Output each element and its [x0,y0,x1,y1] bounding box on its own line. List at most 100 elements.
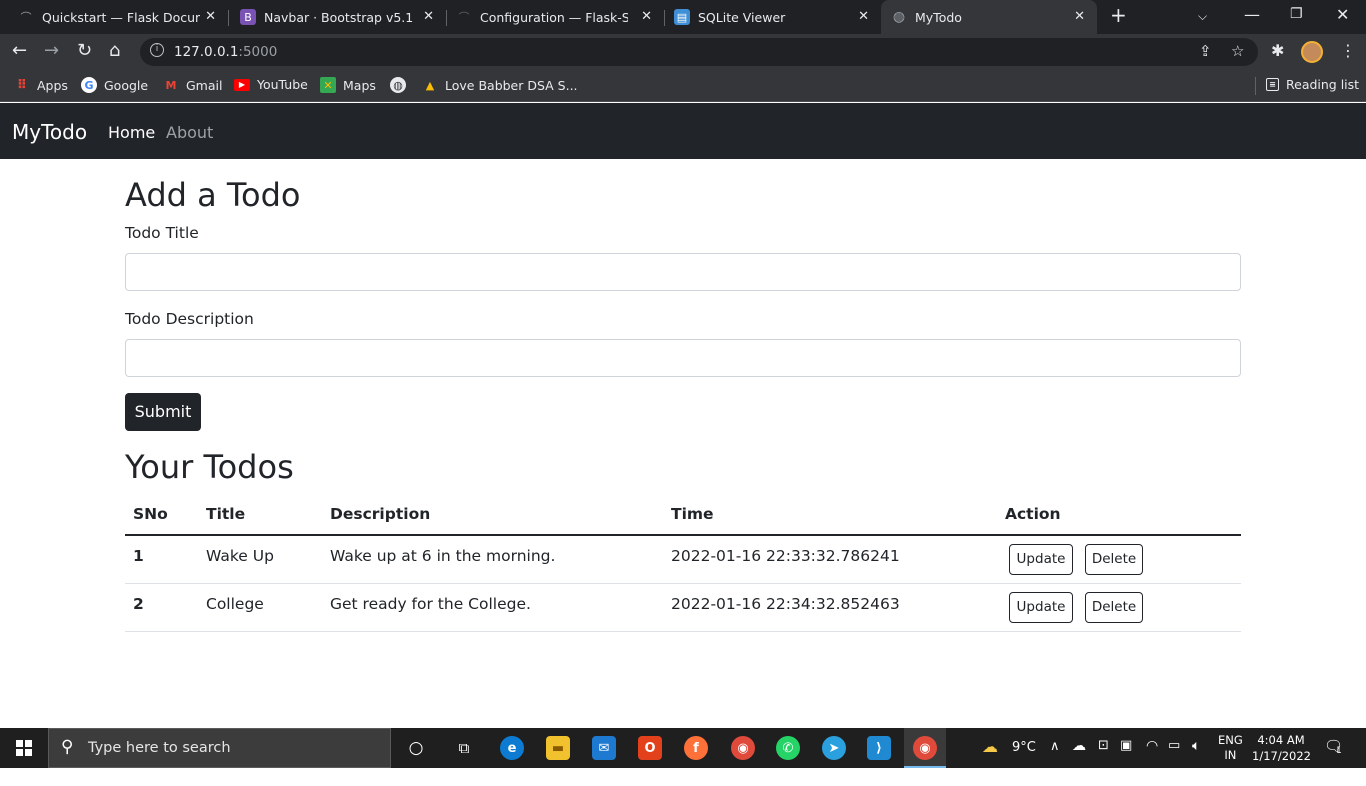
tab-mytodo[interactable]: ◍ MyTodo ✕ [881,0,1097,34]
delete-button[interactable]: Delete [1085,592,1143,623]
weather-icon[interactable]: ☁ [982,737,998,777]
column-header-title: Title [206,505,246,523]
reading-list[interactable]: ≡ Reading list [1266,77,1359,92]
todo-description-input[interactable] [125,339,1241,377]
reload-icon[interactable]: ↻ [77,40,92,61]
window-close-button[interactable]: ✕ [1336,5,1349,24]
vscode-icon[interactable]: ⟩ [867,736,891,760]
task-view-icon[interactable]: ⧉ [452,736,476,760]
language-indicator[interactable]: ENG IN [1218,733,1243,773]
google-icon: G [81,77,97,93]
todo-title-input[interactable] [125,253,1241,291]
close-icon[interactable]: ✕ [205,9,216,24]
bootstrap-icon: B [240,9,256,25]
bookmark-label: YouTube [257,77,308,92]
new-tab-button[interactable]: + [1110,3,1127,27]
active-chrome-taskbar-button[interactable]: ◉ [904,728,946,768]
office-icon[interactable]: O [638,736,662,760]
tab-flask-quickstart[interactable]: ⌒ Quickstart — Flask Documen ✕ [0,0,228,34]
minimize-button[interactable]: — [1244,5,1260,24]
nav-home-link[interactable]: Home [108,123,155,142]
tab-bootstrap-navbar[interactable]: B Navbar · Bootstrap v5.1 ✕ [228,0,446,34]
home-icon[interactable]: ⌂ [109,40,120,61]
bookmark-globe[interactable]: ◍ [390,77,413,93]
clock[interactable]: 4:04 AM 1/17/2022 [1252,732,1311,772]
row-description: Wake up at 6 in the morning. [330,547,556,565]
tab-title: Quickstart — Flask Documen [42,9,200,25]
tab-flask-sqlalchemy[interactable]: ⌒ Configuration — Flask-SQLAl ✕ [446,0,664,34]
close-icon[interactable]: ✕ [858,9,869,24]
extensions-puzzle-icon[interactable]: ✱ [1271,41,1284,60]
sqlite-icon: ▤ [674,9,690,25]
delete-button[interactable]: Delete [1085,544,1143,575]
bookmark-google[interactable]: G Google [81,77,148,93]
menu-kebab-icon[interactable]: ⋮ [1340,41,1356,60]
column-header-action: Action [1005,505,1061,523]
windows-start-icon[interactable] [16,740,32,756]
wifi-icon[interactable]: ◠ [1146,738,1158,778]
bookmark-maps[interactable]: ✕ Maps [320,77,376,93]
site-info-icon[interactable]: i [150,43,164,57]
forward-arrow-icon[interactable]: → [44,40,59,61]
firefox-icon[interactable]: f [684,736,708,760]
tab-search-chevron-icon[interactable]: ⌵ [1198,9,1207,24]
close-icon[interactable]: ✕ [423,9,434,24]
close-icon[interactable]: ✕ [1074,9,1085,24]
bookmark-youtube[interactable]: ▶ YouTube [234,77,308,92]
bookmark-star-icon[interactable]: ☆ [1231,42,1244,60]
reading-list-icon: ≡ [1266,78,1279,91]
windows-taskbar: ⚲ Type here to search ○ ⧉ e ▬ ✉ O f ◉ ✆ … [0,728,1366,768]
bookmark-apps[interactable]: ⠿ Apps [14,77,68,93]
tab-title: Configuration — Flask-SQLAl [480,9,628,25]
bookmark-label: Gmail [186,77,223,93]
battery-icon[interactable]: ▭ [1168,738,1180,778]
profile-avatar[interactable] [1301,41,1323,63]
address-bar[interactable]: i 127.0.0.1:5000 ⇪ ☆ [140,38,1258,66]
brand-logo[interactable]: MyTodo [12,120,87,144]
update-button[interactable]: Update [1009,544,1073,575]
back-arrow-icon[interactable]: ← [12,40,27,61]
url-host: 127.0.0.1 [174,44,239,60]
file-explorer-icon[interactable]: ▬ [546,736,570,760]
share-icon[interactable]: ⇪ [1199,42,1212,60]
cortana-icon[interactable]: ○ [404,736,428,760]
clock-time: 4:04 AM [1257,733,1305,747]
bookmark-love-babbar[interactable]: ▲ Love Babber DSA S... [422,77,578,93]
volume-icon[interactable]: 🔈︎ [1192,738,1200,778]
row-description: Get ready for the College. [330,595,531,613]
url-text[interactable]: 127.0.0.1:5000 [174,44,277,60]
your-todos-heading: Your Todos [125,448,294,486]
update-button[interactable]: Update [1009,592,1073,623]
language-code: ENG [1218,733,1243,747]
column-header-description: Description [330,505,431,523]
chrome-icon[interactable]: ◉ [731,736,755,760]
bookmarks-bar: ⠿ Apps G Google M Gmail ▶ YouTube ✕ Maps ◍ ▲ L… [0,70,1366,102]
tab-sqlite-viewer[interactable]: ▤ SQLite Viewer ✕ [664,0,881,34]
close-icon[interactable]: ✕ [641,9,652,24]
restore-button[interactable]: ❐ [1290,6,1303,22]
row-title: Wake Up [206,547,274,565]
row-sno: 1 [133,547,144,565]
apps-grid-icon: ⠿ [16,77,28,93]
bookmark-label: Maps [343,77,376,93]
whatsapp-icon[interactable]: ✆ [776,736,800,760]
telegram-icon[interactable]: ➤ [822,736,846,760]
edge-icon[interactable]: e [500,736,524,760]
weather-temperature[interactable]: 9°C [1012,740,1036,780]
meet-now-icon[interactable]: ⊡ [1098,738,1109,778]
onedrive-cloud-icon[interactable]: ☁ [1072,738,1086,778]
browser-toolbar: ← → ↻ ⌂ i 127.0.0.1:5000 ⇪ ☆ ✱ ⋮ [0,34,1366,70]
notification-count: 1 [1336,746,1342,756]
bookmark-gmail[interactable]: M Gmail [163,77,223,93]
nav-about-link[interactable]: About [166,123,213,142]
row-sno: 2 [133,595,144,613]
submit-button[interactable]: Submit [125,393,201,431]
url-port: :5000 [238,44,278,60]
taskbar-search[interactable]: ⚲ Type here to search [48,728,391,768]
maps-icon: ✕ [320,77,336,93]
browser-tab-strip: ⌒ Quickstart — Flask Documen ✕ B Navbar … [0,0,1366,34]
clock-date: 1/17/2022 [1252,749,1311,763]
show-hidden-icons-chevron[interactable]: ∧ [1050,739,1060,779]
battery-saver-icon[interactable]: ▣ [1120,738,1132,778]
mail-icon[interactable]: ✉ [592,736,616,760]
